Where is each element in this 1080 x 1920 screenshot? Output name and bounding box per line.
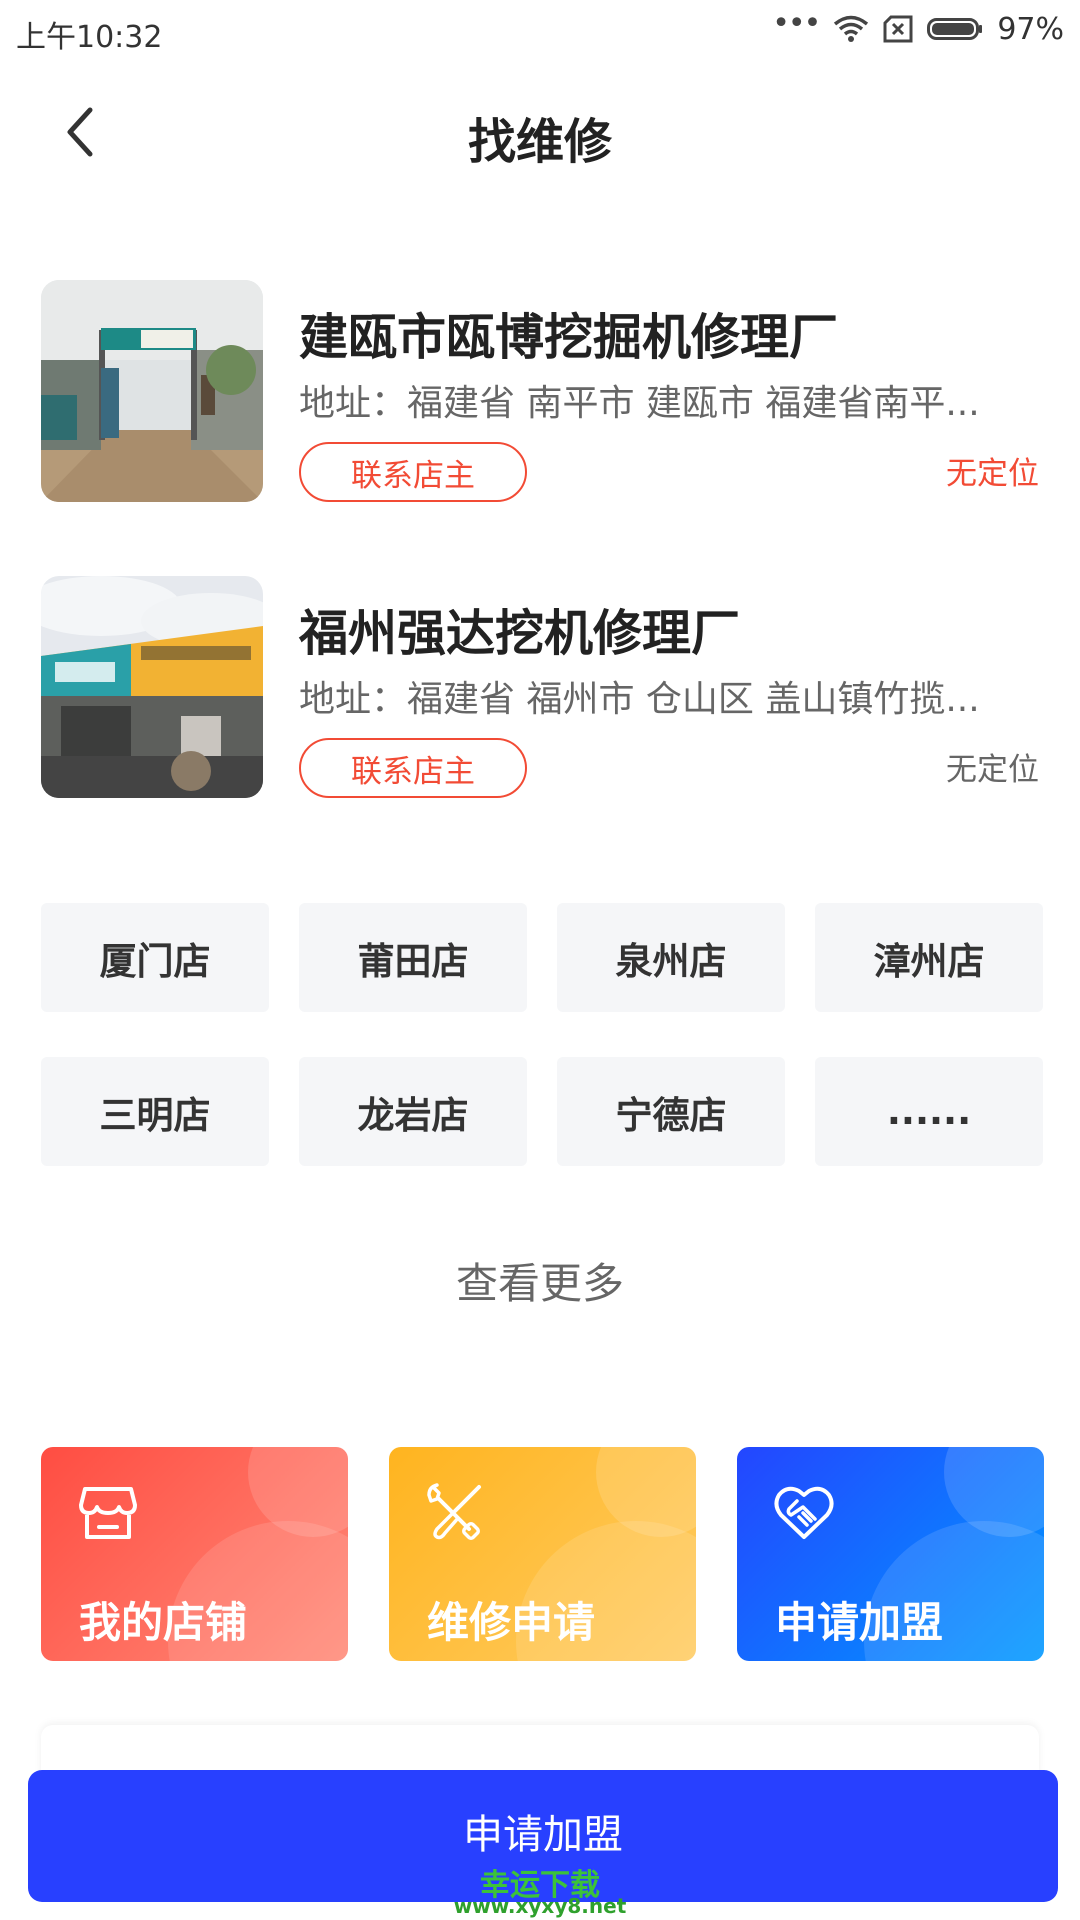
city-chip[interactable]: 莆田店: [299, 903, 527, 1012]
page-title: 找维修: [467, 114, 612, 170]
city-chip[interactable]: 泉州店: [557, 903, 785, 1012]
city-chip-more[interactable]: ......: [815, 1057, 1043, 1166]
shop-name: 福州强达挖机修理厂: [299, 605, 741, 662]
shop-photo: [41, 576, 263, 798]
view-more-link[interactable]: 查看更多: [0, 1250, 1080, 1311]
wifi-icon: [834, 15, 869, 42]
handshake-heart-icon: [774, 1486, 834, 1539]
my-store-card[interactable]: 我的店铺: [41, 1447, 348, 1661]
feature-label: 我的店铺: [79, 1598, 248, 1647]
watermark-url: www.xyxy8.net: [453, 1894, 627, 1918]
store-icon: [79, 1487, 137, 1539]
feature-label: 申请加盟: [775, 1598, 944, 1647]
apply-join-button-label: 申请加盟: [463, 1812, 623, 1858]
sim-off-icon: [883, 15, 913, 43]
status-icons: ••• 97%: [772, 6, 1064, 48]
contact-owner-button[interactable]: 联系店主: [299, 738, 527, 798]
battery-icon: [927, 18, 983, 40]
status-time: 上午10:32: [16, 20, 163, 55]
contact-owner-button[interactable]: 联系店主: [299, 442, 527, 502]
shop-card[interactable]: 建瓯市瓯博挖掘机修理厂 地址：福建省 南平市 建瓯市 福建省南平... 联系店主…: [41, 280, 1039, 502]
shop-name: 建瓯市瓯博挖掘机修理厂: [299, 309, 839, 366]
city-store-grid: 厦门店 莆田店 泉州店 漳州店 三明店 龙岩店 宁德店 ......: [41, 903, 1045, 1166]
city-chip[interactable]: 龙岩店: [299, 1057, 527, 1166]
more-dots-icon: •••: [772, 6, 821, 41]
tools-icon: [427, 1483, 481, 1540]
apply-join-card[interactable]: 申请加盟: [737, 1447, 1044, 1661]
city-chip[interactable]: 漳州店: [815, 903, 1043, 1012]
city-chip[interactable]: 宁德店: [557, 1057, 785, 1166]
repair-request-card[interactable]: 维修申请: [389, 1447, 696, 1661]
city-chip[interactable]: 三明店: [41, 1057, 269, 1166]
shop-address: 地址：福建省 南平市 建瓯市 福建省南平...: [299, 383, 980, 424]
location-status: 无定位: [946, 456, 1039, 492]
shop-card[interactable]: 福州强达挖机修理厂 地址：福建省 福州市 仓山区 盖山镇竹揽... 联系店主 无…: [41, 576, 1039, 798]
feature-label: 维修申请: [427, 1598, 596, 1647]
battery-percent: 97%: [997, 11, 1064, 47]
status-bar: 上午10:32 ••• 97%: [0, 0, 1080, 58]
shop-photo: [41, 280, 263, 502]
city-chip[interactable]: 厦门店: [41, 903, 269, 1012]
nav-bar: 找维修: [0, 70, 1080, 200]
shop-address: 地址：福建省 福州市 仓山区 盖山镇竹揽...: [299, 679, 980, 720]
location-status: 无定位: [946, 752, 1039, 788]
